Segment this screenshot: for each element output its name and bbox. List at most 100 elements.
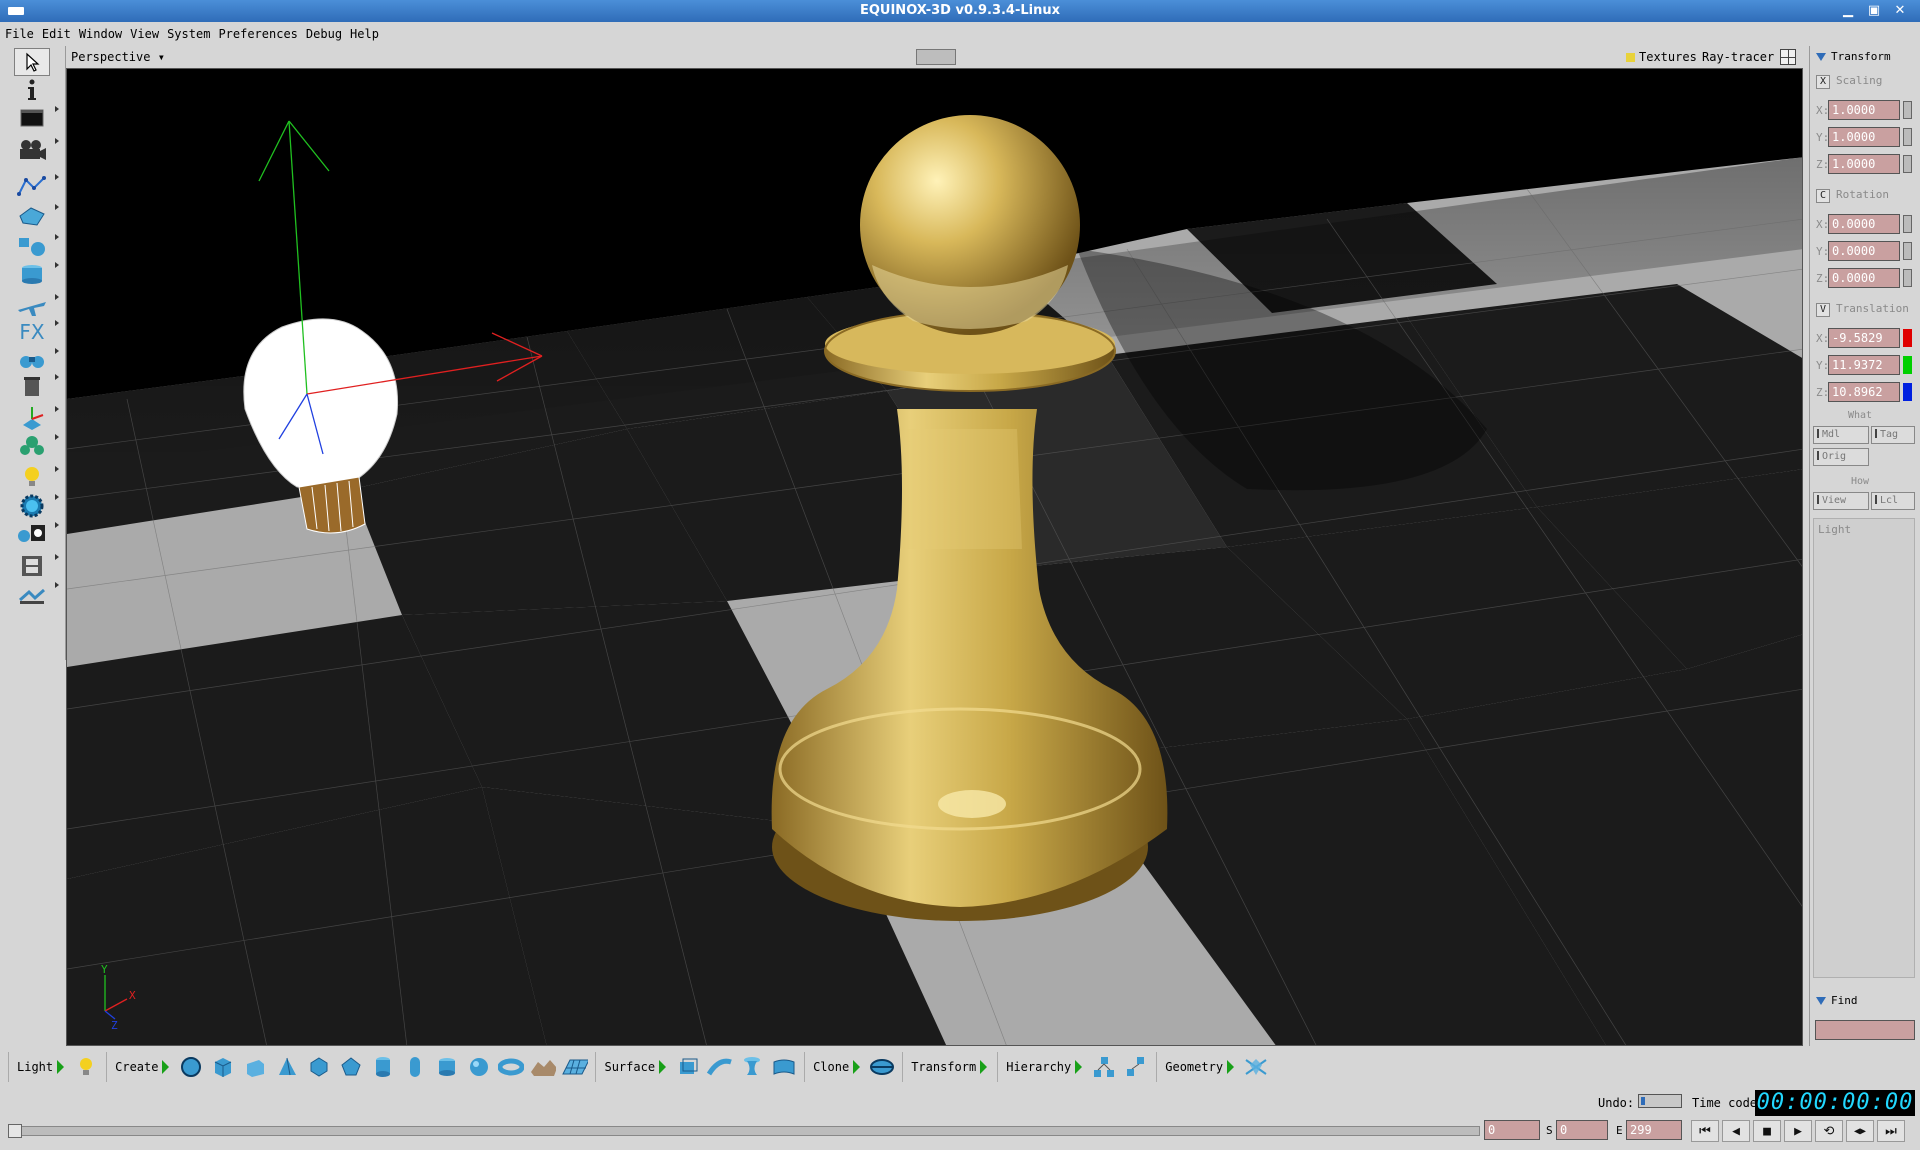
cube-icon[interactable] xyxy=(210,1054,236,1080)
current-frame-field[interactable]: 0 xyxy=(1484,1120,1540,1140)
hierarchy-unlink-icon[interactable] xyxy=(1123,1054,1149,1080)
cylinder-icon[interactable] xyxy=(370,1054,396,1080)
step-back-button[interactable]: ◀ xyxy=(1722,1120,1750,1142)
expand-arrow-icon[interactable] xyxy=(659,1060,667,1074)
how-lcl-button[interactable]: Lcl xyxy=(1871,492,1915,510)
translation-header[interactable]: V Translation xyxy=(1816,302,1909,320)
render-tool[interactable] xyxy=(14,580,59,608)
tree-tool[interactable] xyxy=(14,432,59,460)
what-mdl-button[interactable]: Mdl xyxy=(1813,426,1869,444)
translation-x-color-handle[interactable] xyxy=(1903,329,1912,347)
expand-arrow-icon[interactable] xyxy=(1075,1060,1083,1074)
scaling-header[interactable]: X Scaling xyxy=(1816,74,1882,92)
start-frame-field[interactable]: 0 xyxy=(1556,1120,1608,1140)
translation-z-field[interactable]: 10.8962 xyxy=(1828,382,1900,402)
translation-z-color-handle[interactable] xyxy=(1903,383,1912,401)
find-input[interactable] xyxy=(1815,1020,1915,1040)
sphere-icon[interactable] xyxy=(178,1054,204,1080)
axis-object-tool[interactable] xyxy=(14,404,59,432)
3d-viewport[interactable]: Y X Z xyxy=(66,68,1803,1046)
binoculars-tool[interactable] xyxy=(14,346,59,374)
light-tool[interactable] xyxy=(14,464,59,492)
hierarchy-link-icon[interactable] xyxy=(1091,1054,1117,1080)
translation-x-field[interactable]: -9.5829 xyxy=(1828,328,1900,348)
four-view-icon[interactable] xyxy=(1780,49,1796,65)
capsule-icon[interactable] xyxy=(402,1054,428,1080)
camera-tool[interactable] xyxy=(14,136,59,164)
go-start-button[interactable]: ⏮ xyxy=(1691,1120,1719,1142)
expand-arrow-icon[interactable] xyxy=(162,1060,170,1074)
go-end-button[interactable]: ⏭ xyxy=(1877,1120,1905,1142)
close-button[interactable]: ✕ xyxy=(1890,2,1910,20)
ping-pong-button[interactable]: ◀▶ xyxy=(1846,1120,1874,1142)
selection-list[interactable]: Light xyxy=(1813,518,1915,978)
geometry-icon[interactable] xyxy=(1243,1054,1269,1080)
find-section-header[interactable]: Find xyxy=(1816,994,1858,1010)
what-tag-button[interactable]: Tag xyxy=(1871,426,1915,444)
minimize-button[interactable]: ▁ xyxy=(1838,2,1858,20)
timeline-track[interactable] xyxy=(8,1126,1480,1136)
polygon-tool[interactable] xyxy=(14,202,59,230)
loop-button[interactable]: ⟲ xyxy=(1815,1120,1843,1142)
rotation-x-stepper[interactable] xyxy=(1903,215,1912,233)
maximize-button[interactable]: ▣ xyxy=(1864,2,1884,20)
sphere-gear-tool[interactable] xyxy=(14,492,59,520)
scaling-y-field[interactable]: 1.0000 xyxy=(1828,127,1900,147)
box-icon[interactable] xyxy=(242,1054,268,1080)
scaling-z-field[interactable]: 1.0000 xyxy=(1828,154,1900,174)
torus-icon[interactable] xyxy=(498,1054,525,1080)
viewport-layout-button[interactable] xyxy=(916,49,956,65)
clone-group-label[interactable]: Clone xyxy=(813,1060,849,1074)
expand-arrow-icon[interactable] xyxy=(57,1060,65,1074)
create-group-label[interactable]: Create xyxy=(115,1060,158,1074)
sweep-icon[interactable] xyxy=(707,1054,733,1080)
skin-icon[interactable] xyxy=(771,1054,797,1080)
menu-preferences[interactable]: Preferences xyxy=(213,22,300,41)
ball-icon[interactable] xyxy=(466,1054,492,1080)
info-tool[interactable] xyxy=(14,76,50,104)
menu-system[interactable]: System xyxy=(162,22,213,41)
geometry-group-label[interactable]: Geometry xyxy=(1165,1060,1223,1074)
disc-icon[interactable] xyxy=(434,1054,460,1080)
renderer-dropdown[interactable]: Ray-tracer ▾ xyxy=(1702,50,1789,64)
menu-edit[interactable]: Edit xyxy=(37,22,74,41)
translation-y-field[interactable]: 11.9372 xyxy=(1828,355,1900,375)
translation-y-color-handle[interactable] xyxy=(1903,356,1912,374)
how-view-button[interactable]: View xyxy=(1813,492,1869,510)
textures-toggle[interactable]: Textures xyxy=(1626,50,1697,64)
pyramid-icon[interactable] xyxy=(274,1054,300,1080)
menu-file[interactable]: File xyxy=(0,22,37,41)
light-group-label[interactable]: Light xyxy=(17,1060,53,1074)
extrude-icon[interactable] xyxy=(675,1054,701,1080)
expand-arrow-icon[interactable] xyxy=(1227,1060,1235,1074)
menu-view[interactable]: View xyxy=(125,22,162,41)
terrain-icon[interactable] xyxy=(530,1054,557,1080)
transform-shapes-tool[interactable] xyxy=(14,232,59,260)
material-tool[interactable] xyxy=(14,520,59,548)
rotation-y-stepper[interactable] xyxy=(1903,242,1912,260)
trash-tool[interactable] xyxy=(14,372,59,400)
scaling-x-stepper[interactable] xyxy=(1903,101,1912,119)
view-mode-dropdown[interactable]: Perspective ▾ xyxy=(71,50,165,64)
what-orig-button[interactable]: Orig xyxy=(1813,448,1869,466)
scaling-x-field[interactable]: 1.0000 xyxy=(1828,100,1900,120)
expand-arrow-icon[interactable] xyxy=(980,1060,988,1074)
rotation-x-field[interactable]: 0.0000 xyxy=(1828,214,1900,234)
icosahedron-icon[interactable] xyxy=(338,1054,364,1080)
menu-window[interactable]: Window xyxy=(74,22,125,41)
play-button[interactable]: ▶ xyxy=(1784,1120,1812,1142)
end-frame-field[interactable]: 299 xyxy=(1626,1120,1682,1140)
rotation-z-field[interactable]: 0.0000 xyxy=(1828,268,1900,288)
rotation-header[interactable]: C Rotation xyxy=(1816,188,1889,206)
film-tool[interactable] xyxy=(14,552,59,580)
scaling-z-stepper[interactable] xyxy=(1903,155,1912,173)
window-tool[interactable] xyxy=(14,104,59,132)
fx-tool[interactable]: FX xyxy=(14,318,59,346)
menu-debug[interactable]: Debug xyxy=(301,22,345,41)
dodecahedron-icon[interactable] xyxy=(306,1054,332,1080)
pointer-tool[interactable] xyxy=(14,48,50,76)
undo-progress[interactable] xyxy=(1638,1094,1682,1108)
stop-button[interactable]: ■ xyxy=(1753,1120,1781,1142)
rotation-z-stepper[interactable] xyxy=(1903,269,1912,287)
scaling-y-stepper[interactable] xyxy=(1903,128,1912,146)
